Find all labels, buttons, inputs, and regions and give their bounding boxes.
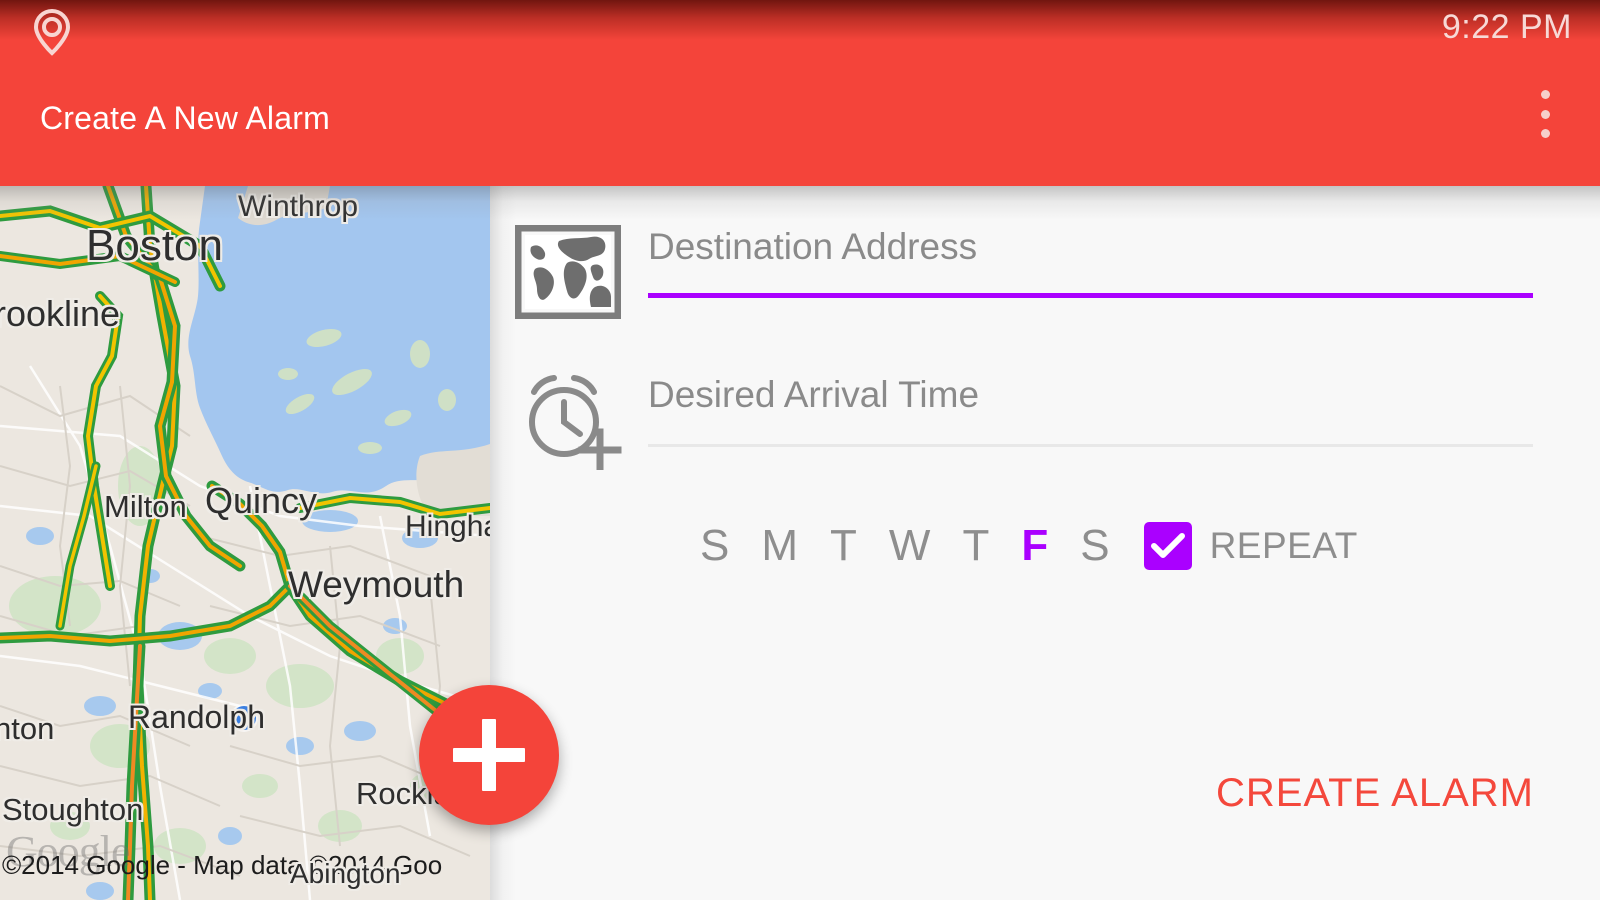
world-map-icon	[515, 225, 621, 319]
plus-icon	[482, 719, 496, 791]
map-label: Stoughton	[2, 792, 144, 827]
map-label: Milton	[104, 489, 187, 524]
overflow-dot	[1540, 90, 1550, 99]
overflow-dot	[1540, 129, 1550, 138]
alarm-form-panel: Destination Address Desired Arrival Time…	[490, 186, 1600, 900]
status-bar-clock: 9:22 PM	[1441, 8, 1572, 46]
app-bar: 9:22 PM Create A New Alarm	[0, 0, 1600, 186]
arrival-time-underline[interactable]	[648, 444, 1533, 447]
map-label: Hingha	[405, 510, 490, 543]
create-alarm-button[interactable]: CREATE ALARM	[1216, 771, 1534, 816]
day-toggle-sunday[interactable]: S	[700, 521, 729, 571]
repeat-label: REPEAT	[1209, 525, 1358, 566]
day-toggle-saturday[interactable]: S	[1080, 521, 1109, 571]
day-toggle-thursday[interactable]: T	[962, 521, 989, 571]
page-title: Create A New Alarm	[40, 100, 330, 136]
status-bar-shade	[0, 0, 1600, 40]
map-label: Abington	[290, 858, 401, 889]
day-toggle-tuesday[interactable]: T	[830, 521, 857, 571]
arrival-time-row: Desired Arrival Time	[490, 336, 1600, 476]
day-toggle-wednesday[interactable]: W	[889, 521, 931, 571]
add-alarm-icon	[529, 375, 622, 470]
map-label: Winthrop	[238, 190, 359, 223]
map-view[interactable]: Google ©2014 Google - Map data ©2014 Goo…	[0, 186, 490, 900]
location-pin-icon	[33, 8, 71, 56]
repeat-checkbox[interactable]	[1143, 522, 1192, 570]
add-alarm-fab[interactable]	[419, 685, 559, 825]
destination-address-row: Destination Address	[490, 186, 1600, 326]
app-root: 9:22 PM Create A New Alarm Google ©2014 …	[0, 0, 1600, 900]
map-label: nton	[0, 711, 55, 746]
overflow-menu-icon[interactable]	[1530, 86, 1560, 142]
map-label: rookline	[0, 293, 121, 334]
day-toggle-friday[interactable]: F	[1021, 521, 1048, 571]
overflow-dot	[1540, 109, 1550, 119]
day-toggle-monday[interactable]: M	[761, 521, 798, 571]
map-label: Boston	[86, 221, 223, 270]
map-label: Weymouth	[288, 564, 465, 605]
day-repeat-selector: S M T W T F S REPEAT	[490, 506, 1600, 586]
destination-address-underline[interactable]	[648, 293, 1533, 298]
map-label: Randolph	[128, 699, 265, 735]
checkmark-icon	[1150, 533, 1185, 558]
map-label: Quincy	[205, 480, 318, 521]
